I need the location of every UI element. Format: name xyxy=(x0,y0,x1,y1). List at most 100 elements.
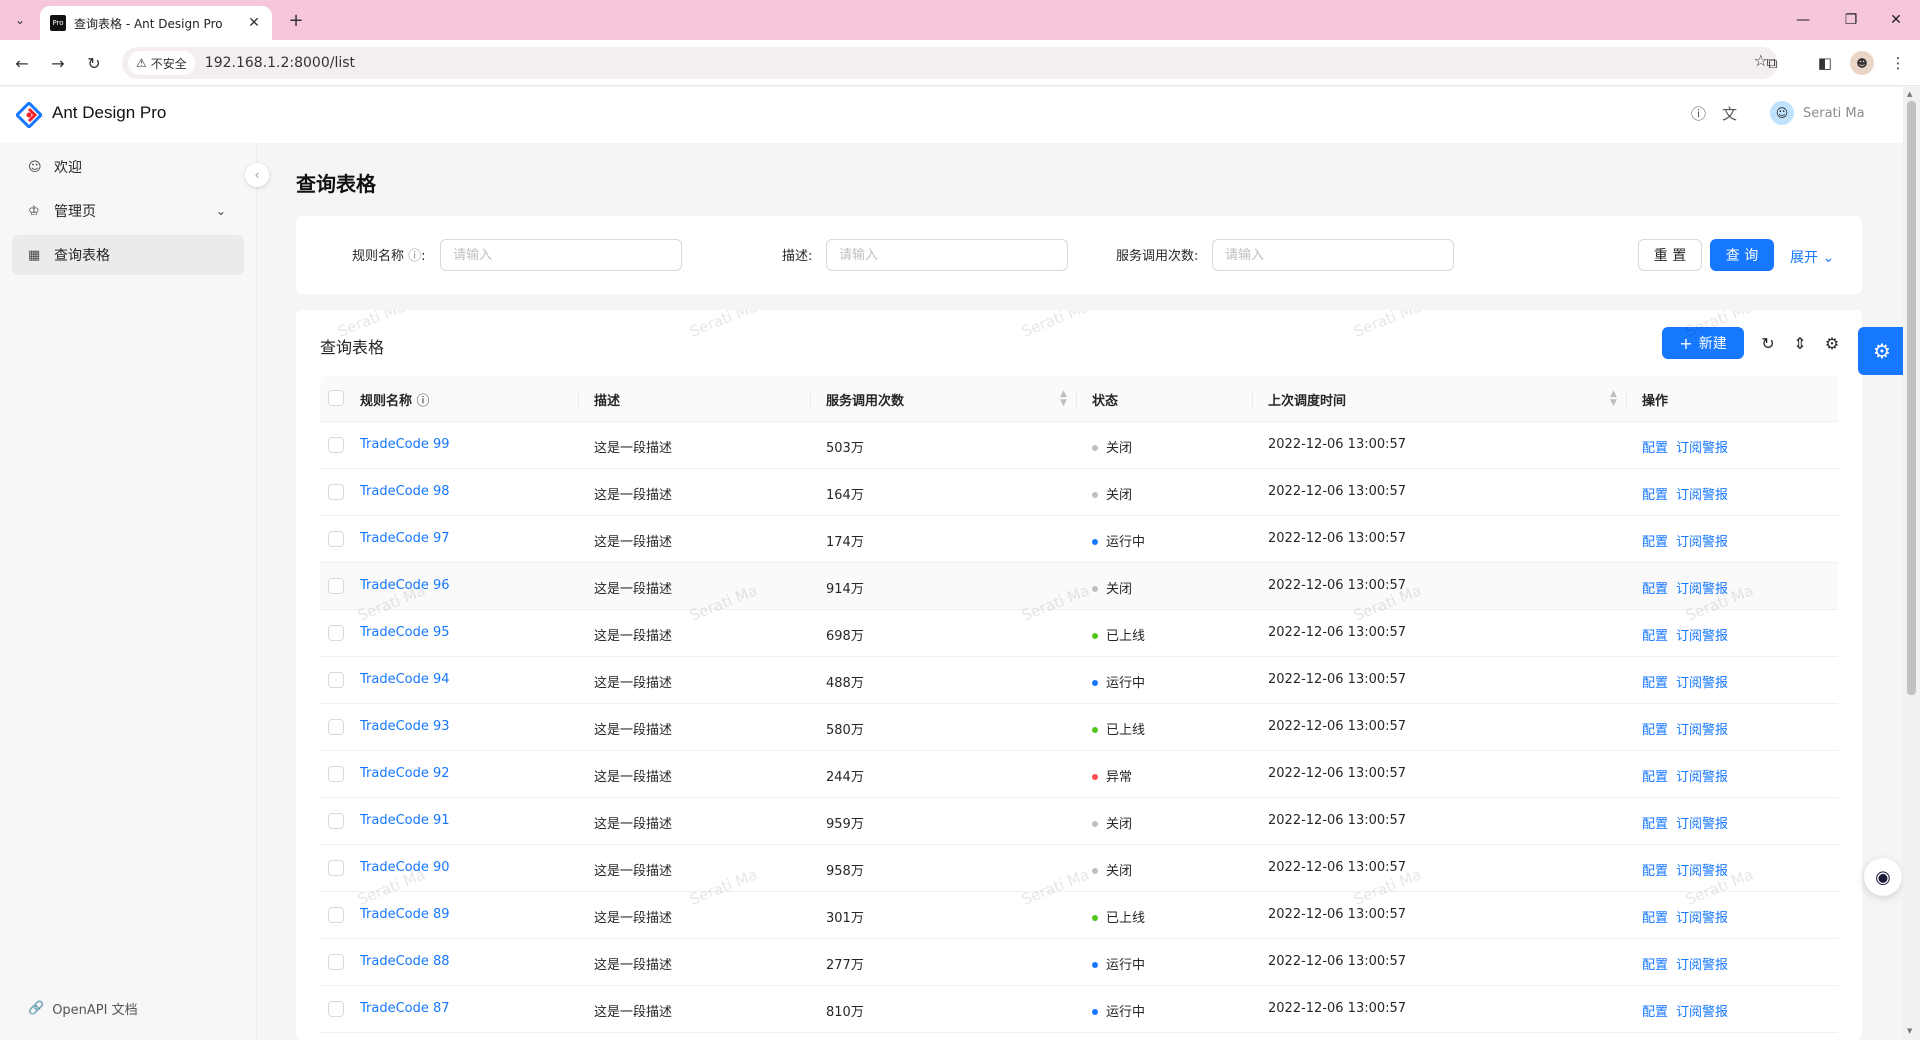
rule-name-link[interactable]: TradeCode 93 xyxy=(360,719,450,734)
ant-design-logo-icon[interactable] xyxy=(16,102,42,128)
subscribe-alert-link[interactable]: 订阅警报 xyxy=(1676,676,1728,691)
brand-title[interactable]: Ant Design Pro xyxy=(52,103,166,123)
subscribe-alert-link[interactable]: 订阅警报 xyxy=(1676,958,1728,973)
subscribe-alert-link[interactable]: 订阅警报 xyxy=(1676,535,1728,550)
configure-link[interactable]: 配置 xyxy=(1642,488,1668,503)
rule-name-cell[interactable]: TradeCode 87 xyxy=(360,1001,450,1016)
subscribe-alert-link[interactable]: 订阅警报 xyxy=(1676,864,1728,879)
more-vertical-icon[interactable]: ⋮ xyxy=(1886,51,1910,75)
rule-name-cell[interactable]: TradeCode 96 xyxy=(360,578,450,593)
select-all-checkbox[interactable] xyxy=(328,390,344,406)
reload-icon[interactable]: ↻ xyxy=(82,51,106,75)
rule-name-link[interactable]: TradeCode 87 xyxy=(360,1001,450,1016)
scroll-up-arrow-icon[interactable]: ▲ xyxy=(1907,90,1912,98)
row-checkbox[interactable] xyxy=(328,954,344,970)
rule-name-link[interactable]: TradeCode 91 xyxy=(360,813,450,828)
rule-name-cell[interactable]: TradeCode 89 xyxy=(360,907,450,922)
avatar[interactable]: ☺ xyxy=(1770,101,1794,125)
page-scrollbar[interactable]: ▲ ▼ xyxy=(1903,87,1920,1040)
rule-name-cell[interactable]: TradeCode 92 xyxy=(360,766,450,781)
rule-name-cell[interactable]: TradeCode 95 xyxy=(360,625,450,640)
col-header-calls[interactable]: 服务调用次数 xyxy=(826,390,904,409)
scroll-down-arrow-icon[interactable]: ▼ xyxy=(1907,1027,1912,1035)
configure-link[interactable]: 配置 xyxy=(1642,958,1668,973)
row-checkbox[interactable] xyxy=(328,437,344,453)
setting-gear-icon[interactable]: ⚙ xyxy=(1820,331,1844,355)
configure-link[interactable]: 配置 xyxy=(1642,676,1668,691)
row-checkbox[interactable] xyxy=(328,578,344,594)
profile-avatar-icon[interactable]: ☻ xyxy=(1850,51,1874,75)
assistant-robot-icon[interactable]: ◉ xyxy=(1864,858,1902,896)
row-checkbox[interactable] xyxy=(328,907,344,923)
subscribe-alert-link[interactable]: 订阅警报 xyxy=(1676,441,1728,456)
desc-input[interactable] xyxy=(826,239,1068,271)
question-circle-icon[interactable]: ⓘ xyxy=(1691,103,1706,124)
subscribe-alert-link[interactable]: 订阅警报 xyxy=(1676,629,1728,644)
subscribe-alert-link[interactable]: 订阅警报 xyxy=(1676,817,1728,832)
rule-name-cell[interactable]: TradeCode 93 xyxy=(360,719,450,734)
rule-name-link[interactable]: TradeCode 96 xyxy=(360,578,450,593)
configure-link[interactable]: 配置 xyxy=(1642,864,1668,879)
forward-arrow-icon[interactable]: → xyxy=(46,51,70,75)
rule-name-link[interactable]: TradeCode 97 xyxy=(360,531,450,546)
configure-link[interactable]: 配置 xyxy=(1642,723,1668,738)
configure-link[interactable]: 配置 xyxy=(1642,535,1668,550)
minimize-icon[interactable]: — xyxy=(1783,8,1823,32)
rule-name-cell[interactable]: TradeCode 99 xyxy=(360,437,450,452)
configure-link[interactable]: 配置 xyxy=(1642,629,1668,644)
configure-link[interactable]: 配置 xyxy=(1642,817,1668,832)
subscribe-alert-link[interactable]: 订阅警报 xyxy=(1676,488,1728,503)
rule-name-link[interactable]: TradeCode 90 xyxy=(360,860,450,875)
rule-name-cell[interactable]: TradeCode 98 xyxy=(360,484,450,499)
rule-name-link[interactable]: TradeCode 94 xyxy=(360,672,450,687)
sidebar-item-table-list[interactable]: ▦ 查询表格 xyxy=(12,235,244,275)
col-header-last-time[interactable]: 上次调度时间 xyxy=(1268,390,1346,409)
column-height-icon[interactable]: ⇕ xyxy=(1788,331,1812,355)
question-circle-icon[interactable]: ⓘ xyxy=(408,249,421,264)
row-checkbox[interactable] xyxy=(328,484,344,500)
browser-tab[interactable]: Pro 查询表格 - Ant Design Pro ✕ xyxy=(40,6,272,40)
rule-name-link[interactable]: TradeCode 98 xyxy=(360,484,450,499)
sort-caret-icon[interactable]: ▲ ▼ xyxy=(1610,390,1617,408)
row-checkbox[interactable] xyxy=(328,719,344,735)
close-icon[interactable]: ✕ xyxy=(246,15,262,31)
restore-icon[interactable]: ❐ xyxy=(1831,8,1871,32)
extensions-puzzle-icon[interactable]: ⧉ xyxy=(1760,51,1784,75)
query-button[interactable]: 查 询 xyxy=(1710,239,1774,271)
row-checkbox[interactable] xyxy=(328,860,344,876)
rule-name-cell[interactable]: TradeCode 91 xyxy=(360,813,450,828)
configure-link[interactable]: 配置 xyxy=(1642,770,1668,785)
subscribe-alert-link[interactable]: 订阅警报 xyxy=(1676,1005,1728,1020)
user-name[interactable]: Serati Ma xyxy=(1803,106,1865,121)
sidebar-item-welcome[interactable]: ☺ 欢迎 xyxy=(12,147,244,187)
configure-link[interactable]: 配置 xyxy=(1642,441,1668,456)
rule-name-input[interactable] xyxy=(440,239,682,271)
rule-name-cell[interactable]: TradeCode 94 xyxy=(360,672,450,687)
openapi-docs-link[interactable]: 🔗 OpenAPI 文档 xyxy=(28,999,138,1018)
window-close-icon[interactable]: ✕ xyxy=(1876,8,1916,32)
collapse-sidebar-chevron-left-icon[interactable]: ‹ xyxy=(245,163,269,187)
expand-link[interactable]: 展开 ⌄ xyxy=(1790,247,1834,267)
row-checkbox[interactable] xyxy=(328,813,344,829)
sidebar-item-admin[interactable]: ♔ 管理页 ⌄ xyxy=(12,191,244,231)
new-button[interactable]: + 新建 xyxy=(1662,327,1744,359)
url-text[interactable]: 192.168.1.2:8000/list xyxy=(205,55,355,71)
tab-search-chevron-icon[interactable]: ⌄ xyxy=(8,8,32,32)
back-arrow-icon[interactable]: ← xyxy=(10,51,34,75)
rule-name-cell[interactable]: TradeCode 97 xyxy=(360,531,450,546)
subscribe-alert-link[interactable]: 订阅警报 xyxy=(1676,582,1728,597)
subscribe-alert-link[interactable]: 订阅警报 xyxy=(1676,723,1728,738)
side-panel-icon[interactable]: ◧ xyxy=(1813,51,1837,75)
translation-icon[interactable]: 文 xyxy=(1722,103,1737,124)
sort-caret-icon[interactable]: ▲ ▼ xyxy=(1060,390,1067,408)
setting-drawer-gear-icon[interactable]: ⚙ xyxy=(1858,327,1906,375)
row-checkbox[interactable] xyxy=(328,531,344,547)
row-checkbox[interactable] xyxy=(328,1001,344,1017)
rule-name-link[interactable]: TradeCode 88 xyxy=(360,954,450,969)
rule-name-link[interactable]: TradeCode 95 xyxy=(360,625,450,640)
rule-name-link[interactable]: TradeCode 89 xyxy=(360,907,450,922)
info-circle-icon[interactable]: ⓘ xyxy=(417,394,430,409)
configure-link[interactable]: 配置 xyxy=(1642,582,1668,597)
subscribe-alert-link[interactable]: 订阅警报 xyxy=(1676,770,1728,785)
new-tab-plus-icon[interactable]: + xyxy=(284,8,308,32)
